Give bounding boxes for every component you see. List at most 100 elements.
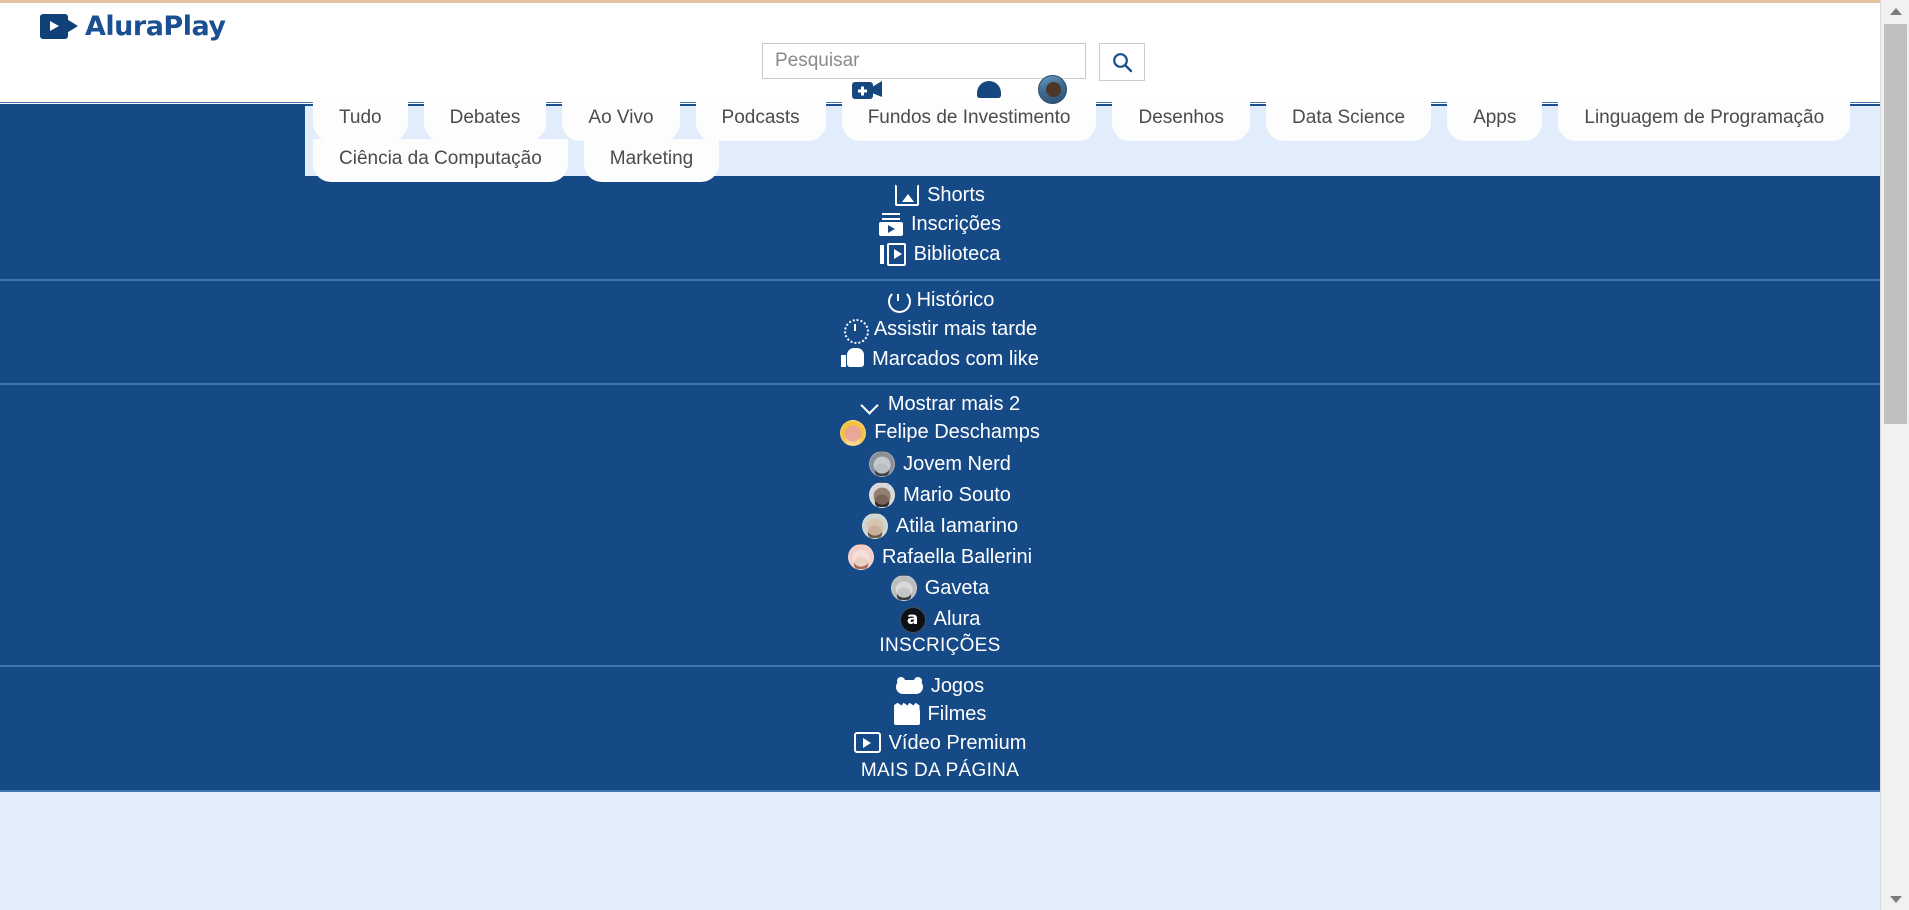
sidebar-item-content: Felipe Deschamps [840, 419, 1040, 446]
sidebar-item-alura[interactable]: a Alura [0, 606, 1880, 633]
sidebar-item-content: a Alura [899, 606, 981, 633]
channel-avatar [840, 419, 867, 446]
category-chip[interactable]: Data Science [1266, 98, 1432, 141]
sidebar-item-label: Shorts [927, 184, 985, 206]
sidebar-item-content: Jovem Nerd [869, 450, 1011, 477]
sidebar-item-v-deo-premium[interactable]: Vídeo Premium [0, 730, 1880, 759]
category-chip[interactable]: Tudo [313, 98, 408, 141]
sidebar-item-label: Mostrar mais 2 [887, 393, 1021, 416]
sidebar-section: Jogos Filmes Vídeo Premium MAIS DA PÁGINA [0, 666, 1880, 793]
account-avatar[interactable] [1038, 75, 1067, 104]
sidebar-item-shorts[interactable]: Shorts [0, 182, 1880, 211]
sidebar-item-content: Jogos [895, 673, 985, 699]
sidebar-item-jovem-nerd[interactable]: Jovem Nerd [0, 450, 1880, 482]
sidebar-item-content: Atila Iamarino [861, 513, 1019, 540]
sidebar-item-content: Gaveta [890, 575, 990, 602]
category-chip[interactable]: Linguagem de Programação [1558, 98, 1851, 141]
scroll-down-button[interactable] [1881, 888, 1909, 910]
sidebar-item-content: Rafaella Ballerini [847, 544, 1033, 571]
sidebar-item-content: Shorts [895, 182, 985, 208]
brand-name: AluraPlay [85, 11, 226, 42]
sidebar-item-gaveta[interactable]: Gaveta [0, 575, 1880, 606]
library-icon [879, 242, 906, 266]
games-icon [895, 676, 923, 696]
chevron-down-icon [860, 394, 880, 414]
sidebar-section: Mostrar mais 2 Felipe Deschamps Jovem Nerd… [0, 385, 1880, 667]
sidebar-item-label: Gaveta [924, 577, 990, 600]
sidebar-item-label: Rafaella Ballerini [881, 546, 1033, 569]
sidebar-item-content: Vídeo Premium [853, 730, 1027, 756]
app-root: AluraPlay Pesquisar Tudo Debates Ao Vivo… [0, 0, 1909, 910]
sidebar-item-filmes[interactable]: Filmes [0, 701, 1880, 730]
sidebar-item-mostrar-mais-2[interactable]: Mostrar mais 2 [0, 391, 1880, 419]
channel-avatar [869, 450, 896, 477]
thumbs-up-icon [841, 348, 865, 370]
sidebar-item-label: Biblioteca [913, 242, 1001, 265]
watch-later-icon [843, 318, 869, 344]
sidebar-item-biblioteca[interactable]: Biblioteca [0, 241, 1880, 271]
sidebar-item-jogos[interactable]: Jogos [0, 673, 1880, 701]
channel-avatar [861, 513, 888, 540]
sidebar-item-felipe-deschamps[interactable]: Felipe Deschamps [0, 419, 1880, 450]
brand-logo[interactable]: AluraPlay [40, 11, 226, 42]
video-camera-icon [40, 14, 78, 39]
sidebar-nav: Shorts Inscrições Biblioteca Histórico Assis… [0, 176, 1880, 793]
sidebar-item-content: Biblioteca [879, 241, 1001, 267]
channel-avatar [890, 575, 917, 602]
apps-grid-icon[interactable] [919, 79, 940, 100]
sidebar-item-label: Felipe Deschamps [874, 421, 1040, 444]
sidebar-item-label: Vídeo Premium [888, 731, 1027, 754]
page-scrollbar[interactable] [1880, 0, 1909, 910]
sidebar-item-content: Histórico [886, 287, 995, 314]
search-input[interactable] [762, 43, 1086, 79]
notifications-bell-icon[interactable] [977, 81, 1001, 98]
sidebar-section: Shorts Inscrições Biblioteca [0, 176, 1880, 281]
scrollbar-thumb[interactable] [1884, 24, 1907, 424]
category-chip[interactable]: Fundos de Investimento [841, 98, 1097, 141]
history-icon [886, 288, 911, 314]
sidebar-item-label: Marcados com like [872, 347, 1039, 370]
sidebar-section-title: INSCRIÇÕES [879, 634, 1001, 656]
sidebar-section-title: MAIS DA PÁGINA [860, 760, 1020, 782]
scroll-up-button[interactable] [1881, 0, 1909, 22]
sidebar-item-label: Atila Iamarino [895, 514, 1019, 537]
subscriptions-icon [878, 212, 903, 236]
category-chip[interactable]: Podcasts [695, 98, 826, 141]
sidebar-item-atila-iamarino[interactable]: Atila Iamarino [0, 513, 1880, 544]
category-chip[interactable]: Ao Vivo [562, 98, 680, 141]
channel-avatar: a [899, 606, 926, 633]
sidebar-item-assistir-mais-tarde[interactable]: Assistir mais tarde [0, 316, 1880, 346]
sidebar-item-inscri-es[interactable]: Inscrições [0, 211, 1880, 241]
sidebar-item-label: Jogos [930, 674, 985, 697]
sidebar-item-content: Mario Souto [869, 481, 1011, 508]
sidebar-item-rafaella-ballerini[interactable]: Rafaella Ballerini [0, 544, 1880, 575]
sidebar-item-label: Inscrições [910, 213, 1002, 236]
sidebar-item-label: Mario Souto [903, 483, 1011, 506]
channel-avatar [869, 481, 896, 508]
category-chip[interactable]: Apps [1447, 98, 1543, 141]
category-chip[interactable]: Debates [423, 98, 547, 141]
sidebar-item-label: Filmes [927, 702, 987, 725]
category-chip[interactable]: Desenhos [1112, 98, 1251, 141]
sidebar-item-label: Histórico [916, 288, 995, 311]
sidebar-item-label: Alura [933, 608, 981, 631]
sidebar-item-label: Jovem Nerd [903, 452, 1011, 475]
sidebar-item-content: Filmes [893, 701, 987, 727]
channel-avatar [847, 544, 874, 571]
search-button[interactable] [1099, 43, 1145, 81]
sidebar-item-hist-rico[interactable]: Histórico [0, 287, 1880, 317]
category-chip[interactable]: Ciência da Computação [313, 138, 568, 182]
premium-video-icon [853, 732, 881, 754]
search-icon [1113, 53, 1133, 73]
sidebar-item-content: Assistir mais tarde [843, 316, 1037, 344]
sidebar-section: Histórico Assistir mais tarde Marcados com… [0, 280, 1880, 386]
sidebar-item-content: Inscrições [878, 211, 1002, 237]
shorts-icon [895, 184, 920, 207]
films-icon [893, 702, 920, 725]
sidebar-item-mario-souto[interactable]: Mario Souto [0, 481, 1880, 513]
create-video-icon[interactable] [852, 80, 882, 100]
sidebar-item-marcados-com-like[interactable]: Marcados com like [0, 346, 1880, 375]
sidebar-item-content: Mostrar mais 2 [860, 391, 1020, 417]
category-chip[interactable]: Marketing [583, 138, 720, 182]
sidebar-item-content: Marcados com like [841, 346, 1039, 372]
